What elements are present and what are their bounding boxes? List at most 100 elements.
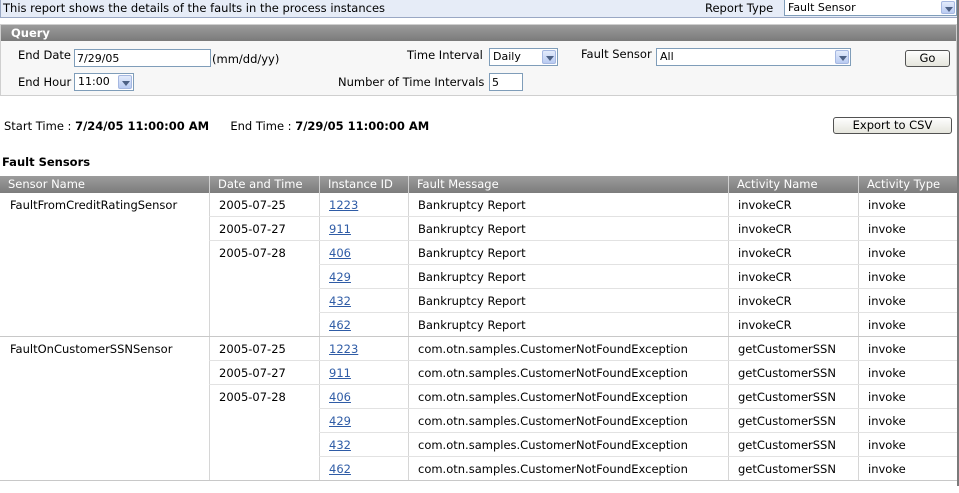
instance-id-link[interactable]: 429 — [329, 270, 351, 284]
cell-activity: getCustomerSSN — [738, 414, 836, 428]
row-divider — [0, 480, 957, 481]
cell-instance-id: 1223 — [319, 337, 408, 361]
num-intervals-label: Number of Time Intervals — [338, 75, 485, 89]
cell-type: invoke — [868, 462, 906, 476]
cell-instance-id: 429 — [319, 265, 408, 289]
start-time-label: Start Time : — [4, 119, 72, 133]
cell-instance-id: 462 — [319, 457, 408, 481]
end-date-value: 7/29/05 — [77, 52, 120, 65]
cell-sensor — [0, 241, 209, 265]
column-header-sensor-name[interactable]: Sensor Name — [0, 176, 209, 193]
cell-date — [209, 265, 319, 289]
cell-activity: invokeCR — [738, 270, 792, 284]
end-date-label: End Date — [18, 48, 71, 62]
cell-msg: com.otn.samples.CustomerNotFoundExceptio… — [418, 342, 688, 356]
cell-activity: getCustomerSSN — [738, 366, 836, 380]
cell-instance-id: 462 — [319, 313, 408, 337]
instance-id-link[interactable]: 911 — [329, 222, 351, 236]
cell-type: invoke — [868, 438, 906, 452]
cell-msg: Bankruptcy Report — [418, 222, 526, 236]
chevron-down-icon[interactable] — [941, 1, 955, 14]
num-intervals-input[interactable]: 5 — [489, 73, 523, 91]
cell-msg: com.otn.samples.CustomerNotFoundExceptio… — [418, 366, 688, 380]
end-hour-select[interactable]: 11:00 — [74, 73, 134, 91]
cell-msg: com.otn.samples.CustomerNotFoundExceptio… — [418, 462, 688, 476]
cell-activity: invokeCR — [738, 222, 792, 236]
cell-msg: com.otn.samples.CustomerNotFoundExceptio… — [418, 390, 688, 404]
instance-id-link[interactable]: 429 — [329, 414, 351, 428]
cell-date: 2005-07-28 — [219, 246, 286, 260]
instance-id-link[interactable]: 911 — [329, 366, 351, 380]
cell-type: invoke — [868, 318, 906, 332]
cell-activity: getCustomerSSN — [738, 438, 836, 452]
end-hour-value: 11:00 — [78, 75, 110, 88]
fault-sensor-select[interactable]: All — [656, 48, 851, 66]
chevron-down-icon[interactable] — [835, 50, 849, 64]
cell-sensor — [0, 385, 209, 409]
cell-instance-id: 429 — [319, 409, 408, 433]
column-header-fault-message[interactable]: Fault Message — [408, 176, 728, 193]
cell-instance-id: 1223 — [319, 193, 408, 217]
report-type-value: Fault Sensor — [788, 1, 856, 14]
instance-id-link[interactable]: 406 — [329, 390, 351, 404]
instance-id-link[interactable]: 462 — [329, 318, 351, 332]
cell-activity: getCustomerSSN — [738, 390, 836, 404]
query-panel: Query End Date 7/29/05 (mm/dd/yy) End Ho… — [0, 24, 957, 96]
cell-sensor — [0, 313, 209, 337]
cell-date: 2005-07-27 — [219, 222, 286, 236]
time-range: Start Time : 7/24/05 11:00:00 AM End Tim… — [4, 119, 429, 133]
cell-type: invoke — [868, 414, 906, 428]
column-header-activity-name[interactable]: Activity Name — [728, 176, 858, 193]
num-intervals-value: 5 — [492, 76, 499, 89]
cell-activity: invokeCR — [738, 318, 792, 332]
cell-activity: getCustomerSSN — [738, 462, 836, 476]
cell-instance-id: 911 — [319, 361, 408, 385]
instance-id-link[interactable]: 1223 — [329, 198, 358, 212]
cell-date — [209, 289, 319, 313]
chevron-down-icon[interactable] — [118, 75, 132, 89]
report-description: This report shows the details of the fau… — [3, 1, 386, 15]
column-header-instance-id[interactable]: Instance ID — [319, 176, 408, 193]
fault-sensor-label: Fault Sensor — [581, 47, 652, 61]
table-body: FaultFromCreditRatingSensor 2005-07-25 122… — [0, 193, 957, 493]
cell-sensor — [0, 289, 209, 313]
export-csv-button[interactable]: Export to CSV — [833, 117, 952, 134]
cell-date — [209, 409, 319, 433]
cell-msg: Bankruptcy Report — [418, 318, 526, 332]
instance-id-link[interactable]: 406 — [329, 246, 351, 260]
cell-type: invoke — [868, 222, 906, 236]
cell-instance-id: 432 — [319, 433, 408, 457]
time-interval-label: Time Interval — [407, 48, 483, 62]
time-interval-select[interactable]: Daily — [489, 48, 558, 66]
go-button[interactable]: Go — [905, 50, 950, 67]
cell-msg: com.otn.samples.CustomerNotFoundExceptio… — [418, 438, 688, 452]
instance-id-link[interactable]: 462 — [329, 462, 351, 476]
instance-id-link[interactable]: 1223 — [329, 342, 358, 356]
cell-activity: getCustomerSSN — [738, 342, 836, 356]
end-time-value: 7/29/05 11:00:00 AM — [295, 119, 430, 133]
cell-instance-id: 406 — [319, 241, 408, 265]
cell-sensor — [0, 457, 209, 481]
chevron-down-icon[interactable] — [542, 50, 556, 64]
end-date-input[interactable]: 7/29/05 — [74, 49, 211, 67]
column-header-activity-type[interactable]: Activity Type — [858, 176, 957, 193]
cell-date: 2005-07-28 — [219, 390, 286, 404]
cell-sensor — [0, 409, 209, 433]
cell-sensor — [0, 217, 209, 241]
instance-id-link[interactable]: 432 — [329, 438, 351, 452]
cell-type: invoke — [868, 270, 906, 284]
fault-sensor-value: All — [660, 50, 674, 63]
report-type-select[interactable]: Fault Sensor — [784, 0, 957, 16]
cell-date — [209, 313, 319, 337]
column-header-date-time[interactable]: Date and Time — [209, 176, 319, 193]
instance-id-link[interactable]: 432 — [329, 294, 351, 308]
cell-date: 2005-07-25 — [219, 342, 286, 356]
cell-sensor — [0, 265, 209, 289]
cell-date: 2005-07-27 — [219, 366, 286, 380]
cell-msg: Bankruptcy Report — [418, 246, 526, 260]
cell-sensor — [0, 433, 209, 457]
report-type-label: Report Type — [705, 1, 774, 15]
cell-type: invoke — [868, 342, 906, 356]
cell-date: 2005-07-25 — [219, 198, 286, 212]
cell-activity: invokeCR — [738, 198, 792, 212]
